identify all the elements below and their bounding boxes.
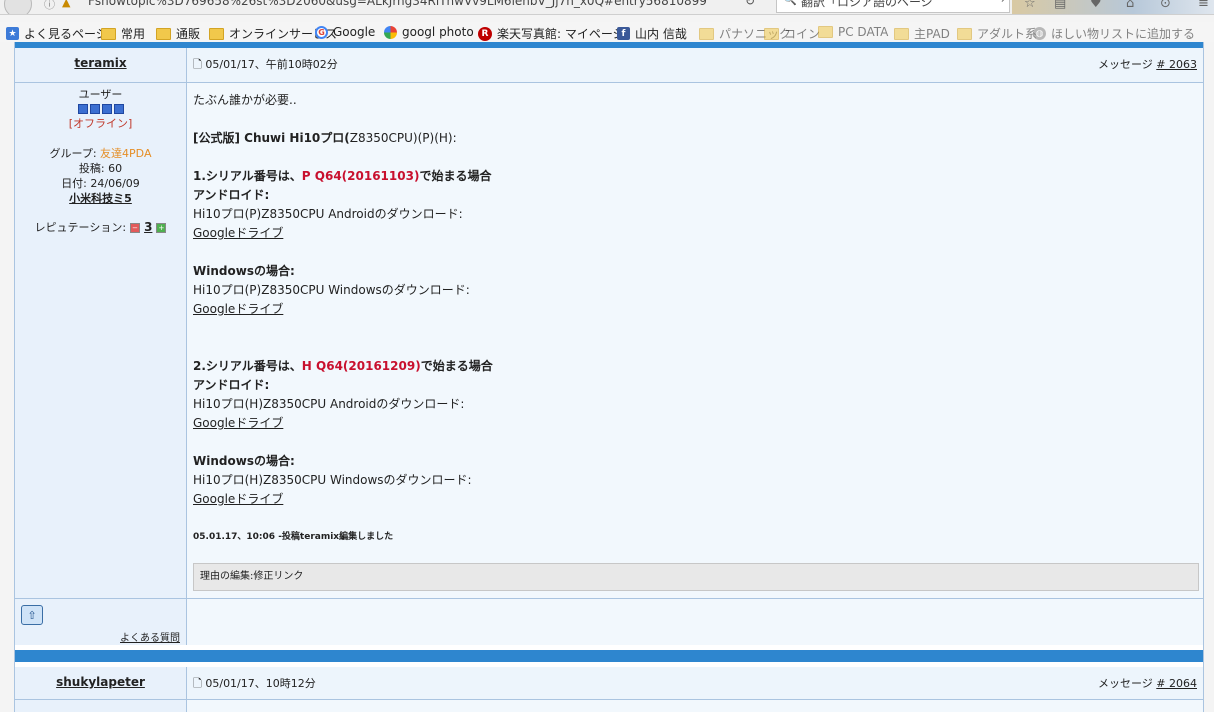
user-group: グループ: 友達4PDA [49, 147, 152, 160]
user-post-count: 投稿: 60 [78, 162, 123, 175]
google-drive-link[interactable]: Googleドライブ [193, 416, 283, 430]
folder-icon [764, 27, 779, 40]
windows-heading: Windowsの場合: [193, 454, 295, 468]
bookmark-folder-pcdata[interactable]: PC DATA [818, 25, 888, 39]
pocket-icon[interactable]: ♥ [1090, 0, 1102, 11]
reputation-minus-icon[interactable]: − [130, 222, 141, 233]
section-2-heading: 2.シリアル番号は、H Q64(20161209)で始まる場合 [193, 359, 493, 373]
bookmark-folder-shopping[interactable]: 通販 [156, 25, 200, 42]
bookmark-star-icon: ★ [6, 27, 19, 40]
post-title-line: [公式版] Chuwi Hi10プロ(Z8350CPU)(P)(H): [193, 131, 457, 145]
theme-background [1012, 0, 1214, 14]
user-device-link[interactable]: 小米科技ミ5 [15, 191, 186, 206]
library-icon[interactable]: ▤ [1054, 0, 1066, 11]
user-role: ユーザー [78, 88, 123, 101]
post-date: 🗋 05/01/17、午前10時02分 [193, 58, 338, 71]
bookmark-folder-pad[interactable]: 主PAD [894, 25, 950, 42]
bookmark-star-icon[interactable]: ☆ [1024, 0, 1036, 11]
online-status: [オフライン] [68, 117, 133, 130]
rakuten-icon: R [478, 26, 492, 41]
edit-note: 05.01.17、10:06 -投稿teramix編集しました [193, 532, 394, 542]
edit-reason: 理由の編集:修正リンク [193, 563, 1199, 591]
globe-icon: ◍ [1033, 27, 1046, 40]
info-icon[interactable]: ⓘ [44, 0, 55, 12]
search-input[interactable]: 翻訳「ロシア語のページ [801, 0, 933, 10]
android-heading: アンドロイド: [193, 188, 270, 202]
folder-icon [699, 27, 714, 40]
section-1-heading: 1.シリアル番号は、P Q64(20161103)で始まる場合 [193, 169, 492, 183]
menu-icon[interactable]: ≡ [1198, 0, 1209, 11]
bookmark-facebook[interactable]: f 山内 信哉 [617, 25, 687, 42]
message-number-link[interactable]: # 2064 [1156, 677, 1197, 690]
download-label: Hi10プロ(H)Z8350CPU Androidのダウンロード: [193, 397, 465, 411]
google-drive-link[interactable]: Googleドライブ [193, 302, 283, 316]
download-label: Hi10プロ(P)Z8350CPU Windowsのダウンロード: [193, 283, 470, 297]
reputation-plus-icon[interactable]: + [156, 222, 167, 233]
user-join-date: 日付: 24/06/09 [61, 177, 140, 190]
author-info: ユーザー [オフライン] グループ: 友達4PDA 投稿: 60 日付: 24/… [15, 83, 187, 598]
faq-link[interactable]: よくある質問 [120, 629, 180, 644]
post-author-link[interactable]: teramix [74, 56, 126, 70]
folder-icon [818, 26, 833, 38]
bookmark-google-photos[interactable]: googl photo [384, 25, 474, 39]
google-icon: G [315, 25, 328, 39]
windows-heading: Windowsの場合: [193, 264, 295, 278]
search-box[interactable]: 🔍 翻訳「ロシア語のページ → [776, 0, 1010, 13]
chevron-down-icon[interactable]: ⊙ [1160, 0, 1171, 11]
bookmark-folder-coin[interactable]: コイン [764, 25, 820, 42]
folder-icon [894, 27, 909, 40]
forum-page: teramix 🗋 05/01/17、午前10時02分 メッセージ # 2063… [14, 42, 1204, 712]
bookmark-folder-adult[interactable]: アダルト系 [957, 25, 1037, 42]
post-date: 🗋 05/01/17、10時12分 [193, 677, 316, 690]
android-heading: アンドロイド: [193, 378, 270, 392]
post-message-number: メッセージ # 2063 [1098, 58, 1197, 71]
google-photos-icon [384, 25, 397, 39]
folder-icon [957, 27, 972, 40]
post-divider-bar [15, 650, 1203, 662]
bookmark-folder-common[interactable]: 常用 [101, 25, 145, 42]
post-doc-icon: 🗋 [193, 58, 202, 71]
bookmark-rakuten[interactable]: R 楽天写真館: マイページ [478, 25, 625, 42]
post-doc-icon: 🗋 [193, 677, 202, 690]
reload-icon[interactable]: ↻ [745, 0, 755, 8]
message-number-link[interactable]: # 2063 [1156, 58, 1197, 71]
bookmark-wishlist[interactable]: ◍ ほしい物リストに追加する [1033, 25, 1195, 42]
post-header: teramix 🗋 05/01/17、午前10時02分 メッセージ # 2063 [15, 48, 1203, 82]
back-button[interactable] [4, 0, 32, 14]
browser-toolbar: ⓘ ▲ Fshowtopic%3D769658%26st%3D2060&usg=… [0, 0, 1214, 15]
bookmark-frequent[interactable]: ★ よく見るページ [6, 25, 108, 42]
post-footer: ⇧ よくある質問 [15, 599, 1203, 645]
google-drive-link[interactable]: Googleドライブ [193, 492, 283, 506]
folder-icon [209, 27, 224, 40]
post-content: たぶん誰かが必要.. [公式版] Chuwi Hi10プロ(Z8350CPU)(… [187, 83, 1203, 598]
post-text: たぶん誰かが必要.. [193, 93, 297, 107]
post-body-row [15, 700, 1203, 712]
search-go-icon[interactable]: → [996, 0, 1005, 6]
home-icon[interactable]: ⌂ [1126, 0, 1134, 11]
reputation: レピュテーション: − 3 + [15, 220, 186, 235]
post-author-link[interactable]: shukylapeter [56, 675, 145, 689]
post-header: shukylapeter 🗋 05/01/17、10時12分 メッセージ # 2… [15, 667, 1203, 699]
folder-icon [101, 27, 116, 40]
facebook-icon: f [617, 27, 630, 40]
rank-icon [15, 104, 186, 114]
reputation-value[interactable]: 3 [144, 220, 152, 235]
url-input[interactable]: Fshowtopic%3D769658%26st%3D2060&usg=ALkJ… [88, 0, 707, 8]
folder-icon [156, 27, 171, 40]
download-label: Hi10プロ(H)Z8350CPU Windowsのダウンロード: [193, 473, 472, 487]
search-icon: 🔍 [783, 0, 797, 6]
google-drive-link[interactable]: Googleドライブ [193, 226, 283, 240]
warning-icon: ▲ [62, 0, 71, 9]
download-label: Hi10プロ(P)Z8350CPU Androidのダウンロード: [193, 207, 463, 221]
arrow-up-icon: ⇧ [27, 608, 37, 622]
scroll-top-button[interactable]: ⇧ [21, 605, 43, 625]
post-body-row: ユーザー [オフライン] グループ: 友達4PDA 投稿: 60 日付: 24/… [15, 83, 1203, 598]
bookmarks-toolbar: ★ よく見るページ 常用 通販 オンラインサービス G Google googl… [0, 22, 1214, 42]
post-message-number: メッセージ # 2064 [1098, 677, 1197, 690]
bookmark-google[interactable]: G Google [315, 25, 375, 39]
